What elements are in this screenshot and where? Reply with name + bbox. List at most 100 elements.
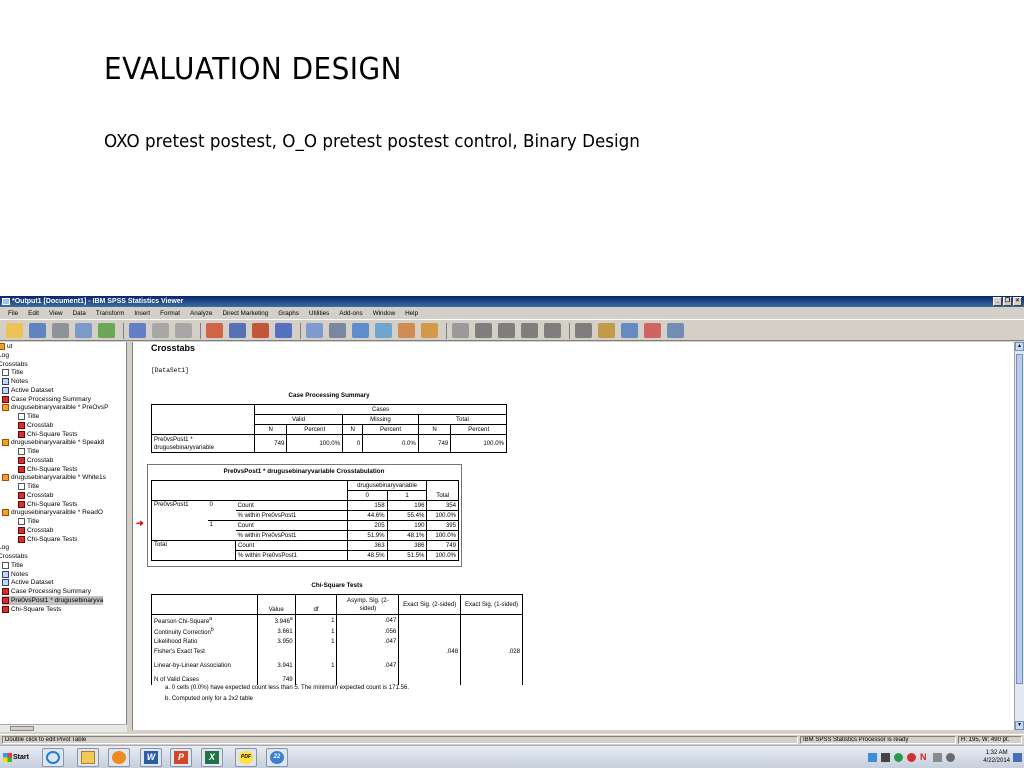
menu-help[interactable]: Help: [400, 308, 423, 319]
menu-utilities[interactable]: Utilities: [304, 308, 334, 319]
taskbar-powerpoint-button[interactable]: P: [170, 748, 192, 767]
taskbar-ie-button[interactable]: [42, 748, 64, 767]
close-button[interactable]: ×: [1013, 297, 1022, 306]
insert-heading-icon[interactable]: [621, 323, 638, 338]
taskbar-spss-button[interactable]: 22: [266, 748, 288, 767]
restore-button[interactable]: ❐: [1003, 297, 1012, 306]
outline-item[interactable]: Log: [0, 543, 9, 552]
scroll-thumb[interactable]: [10, 726, 34, 731]
forward-icon[interactable]: [498, 323, 515, 338]
outline-pane[interactable]: utLogCrosstabsTitleNotesActive DatasetCa…: [0, 342, 127, 730]
variables-icon[interactable]: [275, 323, 292, 338]
start-button[interactable]: start: [2, 750, 34, 765]
outline-item[interactable]: Title: [18, 517, 39, 526]
antivirus-icon[interactable]: [907, 753, 916, 762]
outline-item[interactable]: Title: [2, 561, 23, 570]
goto-variable-icon[interactable]: [252, 323, 269, 338]
outline-item[interactable]: Title: [18, 412, 39, 421]
outline-item[interactable]: Chi-Square Tests: [18, 465, 77, 474]
outline-item[interactable]: Chi-Square Tests: [18, 430, 77, 439]
pane-splitter[interactable]: [127, 342, 131, 730]
menu-view[interactable]: View: [44, 308, 68, 319]
outline-item[interactable]: drugusebinaryvaraible * PreOvsP: [2, 403, 109, 412]
menu-transform[interactable]: Transform: [91, 308, 129, 319]
menu-insert[interactable]: Insert: [129, 308, 155, 319]
goto-case-icon[interactable]: [229, 323, 246, 338]
menu-data[interactable]: Data: [68, 308, 91, 319]
outline-item[interactable]: drugusebinaryvaraible * ReadO: [2, 508, 103, 517]
display-icon[interactable]: [881, 753, 890, 762]
security-icon[interactable]: [894, 753, 903, 762]
crosstab-table[interactable]: drugusebinaryvariable Total 0 1 Pre0vsPo…: [151, 480, 459, 561]
outline-horizontal-scrollbar[interactable]: [0, 724, 127, 732]
outline-item[interactable]: Chi-Square Tests: [18, 535, 77, 544]
export-icon[interactable]: [98, 323, 115, 338]
volume-icon[interactable]: [946, 753, 955, 762]
menu-edit[interactable]: Edit: [23, 308, 44, 319]
menu-format[interactable]: Format: [155, 308, 185, 319]
minimize-button[interactable]: _: [993, 297, 1002, 306]
network-icon[interactable]: [868, 753, 877, 762]
outline-item[interactable]: Title: [18, 482, 39, 491]
designate-window-icon[interactable]: [352, 323, 369, 338]
notification-n-icon[interactable]: N: [920, 753, 929, 762]
outline-item[interactable]: Case Processing Summary: [2, 395, 91, 404]
taskbar-excel-button[interactable]: X: [201, 748, 223, 767]
open-folder-icon[interactable]: [6, 323, 23, 338]
scroll-up-button[interactable]: ▲: [1015, 342, 1024, 351]
outline-item[interactable]: Title: [2, 368, 23, 377]
outline-item[interactable]: Title: [18, 447, 39, 456]
back-icon[interactable]: [475, 323, 492, 338]
outline-item[interactable]: Chi-Square Tests: [18, 500, 77, 509]
outline-item[interactable]: Crosstab: [18, 491, 53, 500]
scroll-down-button[interactable]: ▼: [1015, 721, 1024, 730]
outline-item[interactable]: Case Processing Summary: [2, 587, 91, 596]
menu-file[interactable]: File: [3, 308, 23, 319]
output-pane[interactable]: Crosstabs [DataSet1] Case Processing Sum…: [132, 342, 1014, 730]
outline-item[interactable]: Chi-Square Tests: [2, 605, 61, 614]
outline-item[interactable]: Active Dataset: [2, 386, 54, 395]
chart-icon[interactable]: [306, 323, 323, 338]
export-output-icon[interactable]: [421, 323, 438, 338]
taskbar-explorer-button[interactable]: [77, 748, 99, 767]
save-icon[interactable]: [29, 323, 46, 338]
taskbar-pdf-button[interactable]: PDF: [235, 748, 257, 767]
show-icon[interactable]: [575, 323, 592, 338]
taskbar-word-button[interactable]: W: [140, 748, 162, 767]
menu-window[interactable]: Window: [368, 308, 400, 319]
expand-icon[interactable]: [521, 323, 538, 338]
chisq-table[interactable]: Value df Asymp. Sig. (2-sided) Exact Sig…: [151, 594, 523, 686]
window-titlebar[interactable]: *Output1 [Document1] - IBM SPSS Statisti…: [0, 296, 1024, 307]
outline-item[interactable]: Notes: [2, 570, 28, 579]
select-icon[interactable]: [329, 323, 346, 338]
clock[interactable]: 1:32 AM 4/22/2014: [983, 749, 1010, 765]
menu-direct-marketing[interactable]: Direct Marketing: [217, 308, 273, 319]
output-vertical-scrollbar[interactable]: ▲ ▼: [1014, 342, 1024, 730]
undo-icon[interactable]: [152, 323, 169, 338]
print-icon[interactable]: [52, 323, 69, 338]
menu-analyze[interactable]: Analyze: [185, 308, 217, 319]
outline-item[interactable]: drugusebinaryvaraible * Speak8: [2, 438, 104, 447]
recall-dialog-icon[interactable]: [129, 323, 146, 338]
redo-icon[interactable]: [175, 323, 192, 338]
hide-icon[interactable]: [452, 323, 469, 338]
usb-icon[interactable]: [933, 753, 942, 762]
case-summary-table[interactable]: Cases Valid Missing Total N Percent N Pe…: [151, 404, 508, 453]
outline-item[interactable]: Crosstab: [18, 421, 53, 430]
outline-item[interactable]: Crosstab: [18, 526, 53, 535]
outline-item[interactable]: ut: [0, 342, 13, 351]
outline-item[interactable]: Log: [0, 351, 9, 360]
show-desktop-icon[interactable]: [1013, 753, 1022, 762]
insert-text-icon[interactable]: [667, 323, 684, 338]
goto-data-icon[interactable]: [206, 323, 223, 338]
outline-item[interactable]: Pre0vsPost1 * drugusebinaryva: [2, 595, 104, 605]
outline-item[interactable]: Crosstab: [18, 456, 53, 465]
print-preview-icon[interactable]: [75, 323, 92, 338]
insert-icon[interactable]: [375, 323, 392, 338]
outline-item[interactable]: Crosstabs: [0, 360, 28, 369]
scroll-thumb[interactable]: [1016, 354, 1023, 684]
menu-add-ons[interactable]: Add-ons: [334, 308, 367, 319]
outline-item[interactable]: Crosstabs: [0, 552, 28, 561]
insert-title-icon[interactable]: [644, 323, 661, 338]
outline-item[interactable]: Active Dataset: [2, 578, 54, 587]
